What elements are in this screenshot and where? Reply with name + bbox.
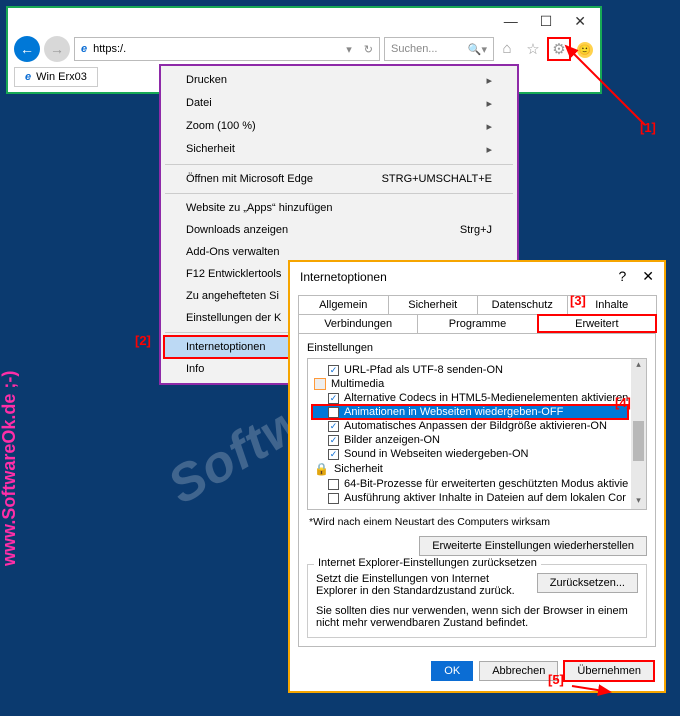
- restore-advanced-button[interactable]: Erweiterte Einstellungen wiederherstelle…: [419, 536, 647, 556]
- cat-multimedia: Multimedia: [312, 377, 628, 391]
- separator: [165, 164, 513, 165]
- checkbox-icon[interactable]: [328, 449, 339, 460]
- annotation-1: [1]: [640, 120, 656, 135]
- annotation-4: [4]: [615, 395, 631, 410]
- opt-autosize[interactable]: Automatisches Anpassen der Bildgröße akt…: [312, 419, 628, 433]
- reset-legend: Internet Explorer-Einstellungen zurückse…: [314, 557, 541, 569]
- search-placeholder: Suchen...: [391, 43, 437, 55]
- scroll-thumb[interactable]: [633, 421, 644, 461]
- reset-desc: Setzt die Einstellungen von Internet Exp…: [316, 573, 529, 597]
- menu-file[interactable]: Datei: [164, 92, 514, 115]
- menu-security[interactable]: Sicherheit: [164, 138, 514, 161]
- reset-button[interactable]: Zurücksetzen...: [537, 573, 638, 593]
- tab-connections[interactable]: Verbindungen: [298, 314, 418, 333]
- dialog-buttons: OK Abbrechen Übernehmen: [290, 655, 664, 691]
- scrollbar[interactable]: ▴ ▾: [631, 359, 646, 509]
- menu-print[interactable]: Drucken: [164, 69, 514, 92]
- tab-favicon: [25, 71, 31, 83]
- dialog-close-button[interactable]: ✕: [642, 268, 654, 285]
- menu-edge[interactable]: Öffnen mit Microsoft EdgeSTRG+UMSCHALT+E: [164, 168, 514, 190]
- restart-note: *Wird nach einem Neustart des Computers …: [307, 510, 647, 534]
- checkbox-icon[interactable]: [328, 421, 339, 432]
- reset-warn: Sie sollten dies nur verwenden, wenn sic…: [316, 605, 638, 629]
- forward-button[interactable]: →: [44, 36, 70, 62]
- toolbar: ← → https:/. ▾ ↻ Suchen... 🔍▾ ⌂ ☆ ⚙ 🙂: [8, 34, 600, 64]
- close-button[interactable]: ✕: [574, 13, 586, 30]
- url-text: https:/.: [93, 43, 126, 55]
- annotation-2: [2]: [135, 333, 151, 348]
- search-box[interactable]: Suchen... 🔍▾: [384, 37, 494, 61]
- back-button[interactable]: ←: [14, 36, 40, 62]
- checkbox-icon[interactable]: [328, 435, 339, 446]
- menu-downloads[interactable]: Downloads anzeigenStrg+J: [164, 219, 514, 241]
- tab-general[interactable]: Allgemein: [298, 295, 389, 314]
- dialog-title: Internetoptionen: [300, 270, 387, 284]
- menu-zoom[interactable]: Zoom (100 %): [164, 115, 514, 138]
- titlebar: — ☐ ✕: [8, 8, 600, 34]
- gear-icon[interactable]: ⚙: [550, 40, 568, 59]
- scroll-up-icon[interactable]: ▴: [631, 359, 646, 373]
- separator: [165, 193, 513, 194]
- ie-icon: [81, 43, 87, 55]
- picture-icon: [314, 378, 326, 390]
- tab-strip: Allgemein Sicherheit Datenschutz Inhalte…: [298, 295, 656, 333]
- apply-button[interactable]: Übernehmen: [564, 661, 654, 681]
- maximize-button[interactable]: ☐: [540, 13, 553, 30]
- checkbox-icon[interactable]: [328, 393, 339, 404]
- tab-advanced[interactable]: Erweitert: [537, 314, 657, 333]
- cancel-button[interactable]: Abbrechen: [479, 661, 558, 681]
- opt-url-utf8[interactable]: URL-Pfad als UTF-8 senden-ON: [312, 363, 628, 377]
- annotation-3: [3]: [570, 293, 586, 308]
- menu-apps[interactable]: Website zu „Apps“ hinzufügen: [164, 197, 514, 219]
- opt-sound[interactable]: Sound in Webseiten wiedergeben-ON: [312, 447, 628, 461]
- checkbox-icon[interactable]: [328, 407, 339, 418]
- tab-security[interactable]: Sicherheit: [388, 295, 479, 314]
- tab-title: Win Erx03: [36, 71, 87, 83]
- tab-privacy[interactable]: Datenschutz: [477, 295, 568, 314]
- scroll-down-icon[interactable]: ▾: [631, 495, 646, 509]
- ok-button[interactable]: OK: [431, 661, 473, 681]
- reset-group: Internet Explorer-Einstellungen zurückse…: [307, 564, 647, 638]
- checkbox-icon[interactable]: [328, 493, 339, 504]
- settings-label: Einstellungen: [307, 342, 647, 354]
- minimize-button[interactable]: —: [504, 13, 518, 29]
- opt-64bit[interactable]: 64-Bit-Prozesse für erweiterten geschütz…: [312, 477, 628, 491]
- help-button[interactable]: ?: [618, 268, 626, 285]
- opt-codecs[interactable]: Alternative Codecs in HTML5-Medienelemen…: [312, 391, 628, 405]
- smiley-icon[interactable]: 🙂: [576, 40, 594, 59]
- dialog-titlebar: Internetoptionen ? ✕: [290, 262, 664, 291]
- advanced-panel: Einstellungen URL-Pfad als UTF-8 senden-…: [298, 333, 656, 647]
- address-bar[interactable]: https:/. ▾ ↻: [74, 37, 380, 61]
- cat-security: 🔒Sicherheit: [312, 461, 628, 477]
- opt-images[interactable]: Bilder anzeigen-ON: [312, 433, 628, 447]
- favorites-icon[interactable]: ☆: [524, 40, 542, 59]
- search-icon: 🔍▾: [468, 43, 487, 56]
- annotation-5: [5]: [548, 672, 564, 687]
- opt-animations[interactable]: Animationen in Webseiten wiedergeben-OFF: [312, 405, 628, 419]
- lock-icon: 🔒: [314, 462, 329, 476]
- settings-tree[interactable]: URL-Pfad als UTF-8 senden-ON Multimedia …: [307, 358, 647, 510]
- tab-winerx[interactable]: Win Erx03: [14, 67, 98, 87]
- watermark-side: www.SoftwareOk.de ;-): [0, 371, 20, 566]
- tab-programs[interactable]: Programme: [417, 314, 537, 333]
- home-icon[interactable]: ⌂: [498, 40, 516, 59]
- checkbox-icon[interactable]: [328, 365, 339, 376]
- checkbox-icon[interactable]: [328, 479, 339, 490]
- opt-exec[interactable]: Ausführung aktiver Inhalte in Dateien au…: [312, 491, 628, 505]
- internet-options-dialog: Internetoptionen ? ✕ Allgemein Sicherhei…: [288, 260, 666, 693]
